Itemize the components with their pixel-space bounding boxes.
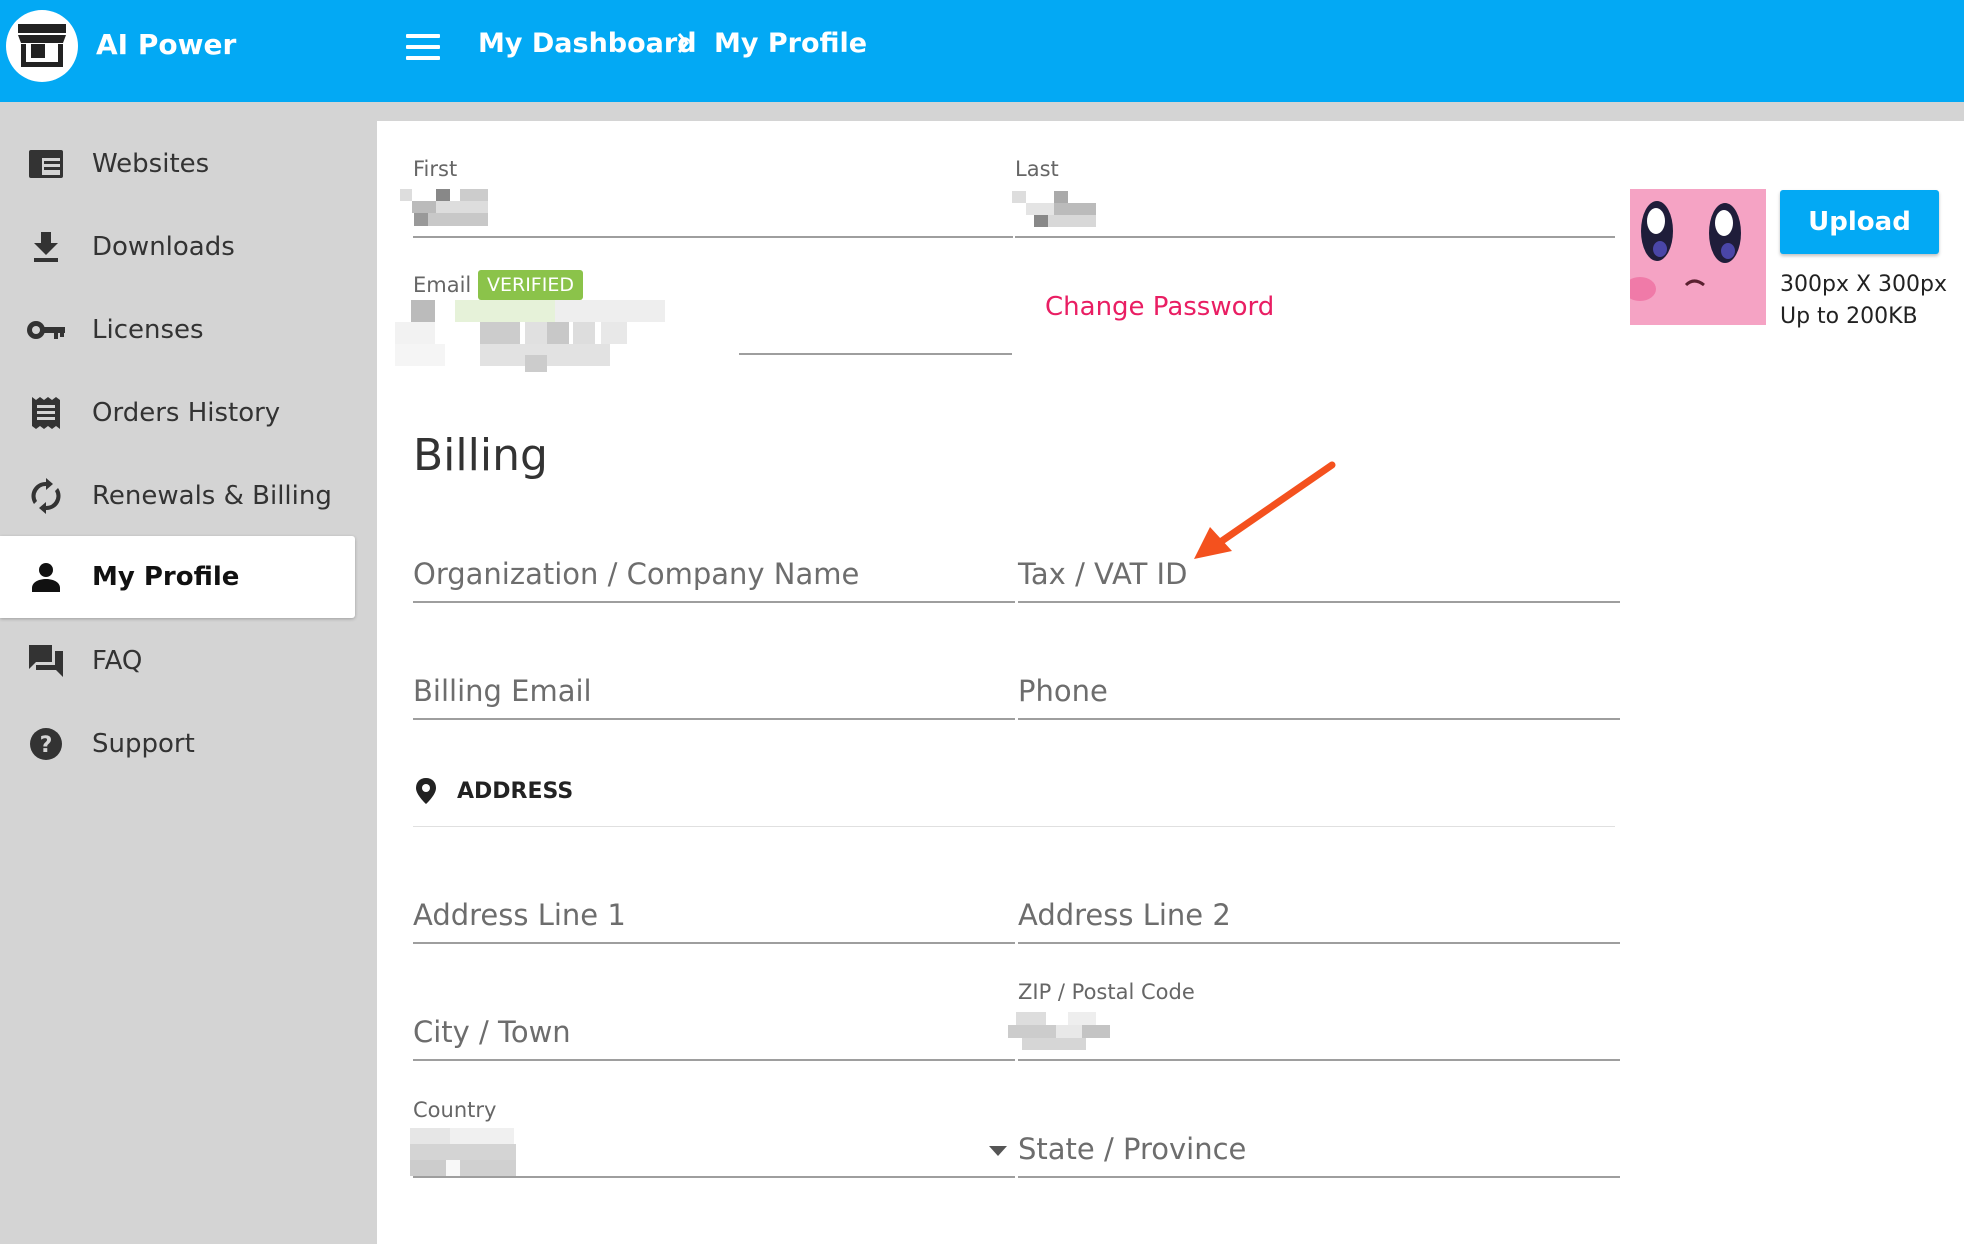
address-line-2-placeholder: Address Line 2 [1018, 898, 1231, 932]
country-dropdown-caret-icon[interactable] [989, 1146, 1007, 1156]
breadcrumb-my-profile[interactable]: My Profile [714, 28, 867, 59]
chevron-right-icon [676, 32, 690, 58]
email-field[interactable] [739, 353, 1012, 355]
billing-email-field[interactable] [413, 718, 1015, 720]
country-redacted [410, 1128, 516, 1178]
billing-email-placeholder: Billing Email [413, 674, 592, 708]
zip-redacted [1008, 1012, 1112, 1050]
email-redacted [395, 300, 670, 372]
sidebar-item-websites[interactable]: Websites [0, 123, 355, 205]
change-password-link[interactable]: Change Password [1045, 292, 1274, 322]
phone-placeholder: Phone [1018, 674, 1108, 708]
sidebar-item-renewals-billing[interactable]: Renewals & Billing [0, 455, 355, 537]
avatar[interactable] [1630, 189, 1766, 325]
help-icon: ? [26, 724, 66, 764]
sidebar-item-label: Downloads [92, 232, 235, 262]
last-name-field[interactable] [1015, 236, 1615, 238]
country-select[interactable] [413, 1176, 1015, 1178]
address-line-1-field[interactable] [413, 942, 1015, 944]
address-line-1-placeholder: Address Line 1 [413, 898, 626, 932]
billing-heading: Billing [413, 430, 548, 481]
red-arrow-icon [1194, 461, 1336, 559]
sidebar-item-label: Licenses [92, 315, 204, 345]
sidebar-item-label: Websites [92, 149, 210, 179]
first-name-redacted [400, 189, 490, 227]
receipt-icon [26, 393, 66, 433]
sidebar-item-faq[interactable]: FAQ [0, 620, 355, 702]
avatar-limit-note: Up to 200KB [1780, 304, 1918, 329]
key-icon [26, 310, 66, 350]
sidebar-item-label: My Profile [92, 562, 240, 592]
tax-vat-field[interactable] [1018, 601, 1620, 603]
sidebar-item-support[interactable]: ? Support [0, 703, 355, 785]
sidebar-item-licenses[interactable]: Licenses [0, 289, 355, 371]
svg-text:?: ? [40, 733, 53, 758]
sidebar: Websites Downloads Licenses Orders Histo… [0, 102, 376, 1244]
storefront-icon[interactable] [6, 10, 78, 82]
top-app-bar: AI Power My Dashboard My Profile [0, 0, 1964, 102]
hamburger-menu-icon[interactable] [406, 34, 440, 62]
country-label: Country [413, 1098, 497, 1122]
sidebar-item-label: FAQ [92, 646, 143, 676]
download-icon [26, 227, 66, 267]
city-placeholder: City / Town [413, 1015, 571, 1049]
address-label: ADDRESS [457, 779, 574, 804]
sidebar-item-label: Orders History [92, 398, 281, 428]
last-name-label: Last [1015, 157, 1059, 181]
sidebar-item-label: Renewals & Billing [92, 481, 332, 511]
sidebar-item-my-profile[interactable]: My Profile [0, 536, 355, 618]
first-name-label: First [413, 157, 458, 181]
state-placeholder: State / Province [1018, 1132, 1247, 1166]
state-field[interactable] [1018, 1176, 1620, 1178]
avatar-size-note: 300px X 300px [1780, 272, 1948, 297]
sync-icon [26, 476, 66, 516]
forum-icon [26, 641, 66, 681]
address-line-2-field[interactable] [1018, 942, 1620, 944]
zip-field[interactable] [1018, 1059, 1620, 1061]
zip-label: ZIP / Postal Code [1018, 980, 1195, 1004]
upload-button[interactable]: Upload [1780, 190, 1939, 254]
address-section-header: ADDRESS [413, 775, 1615, 827]
email-label: Email [413, 273, 472, 297]
app-title[interactable]: AI Power [96, 28, 236, 61]
website-icon [26, 144, 66, 184]
person-icon [26, 557, 66, 597]
sidebar-item-orders-history[interactable]: Orders History [0, 372, 355, 454]
map-pin-icon [415, 777, 437, 809]
sidebar-item-downloads[interactable]: Downloads [0, 206, 355, 288]
sidebar-item-label: Support [92, 729, 195, 759]
breadcrumb-dashboard[interactable]: My Dashboard [478, 28, 697, 59]
last-name-redacted [1012, 191, 1096, 227]
phone-field[interactable] [1018, 718, 1620, 720]
verified-badge: VERIFIED [478, 270, 583, 300]
first-name-field[interactable] [413, 236, 1013, 238]
company-name-field[interactable] [413, 601, 1015, 603]
company-name-placeholder: Organization / Company Name [413, 557, 860, 591]
tax-vat-placeholder: Tax / VAT ID [1018, 557, 1188, 591]
city-field[interactable] [413, 1059, 1015, 1061]
